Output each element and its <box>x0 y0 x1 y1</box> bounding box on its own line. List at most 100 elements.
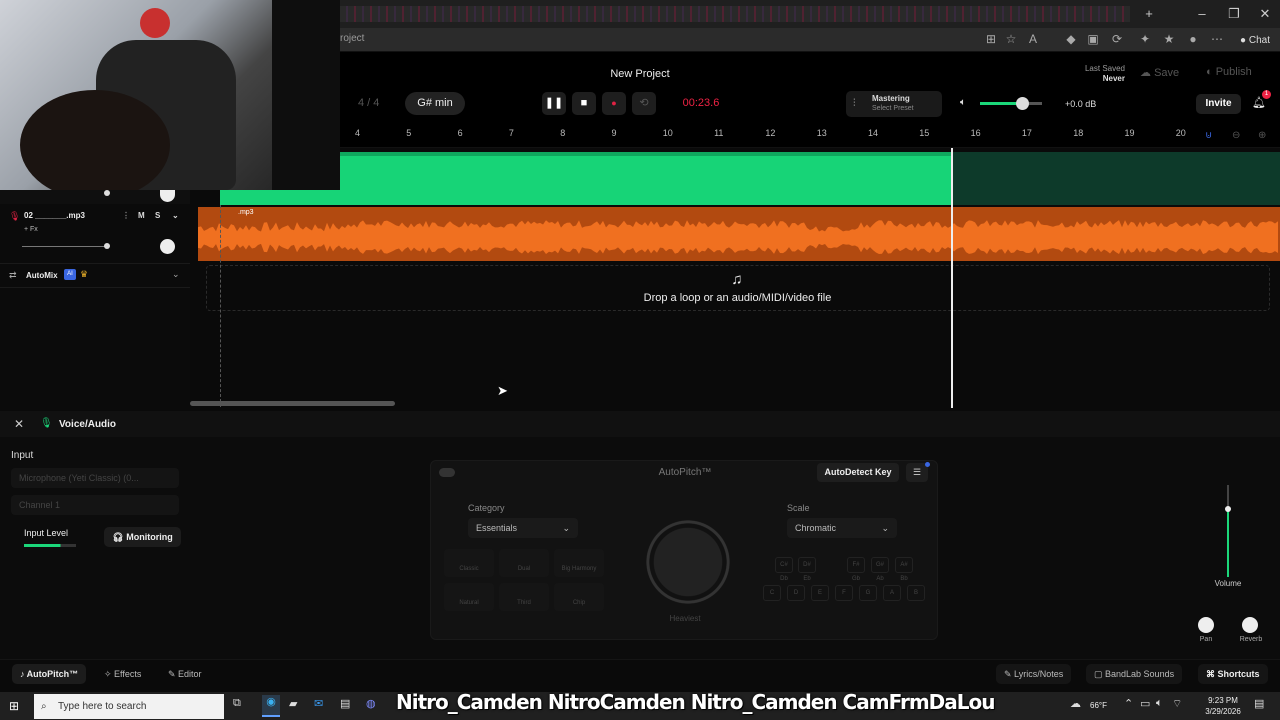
browser-tab-strip[interactable] <box>340 6 1130 22</box>
discord-icon[interactable]: ◍ <box>366 697 376 710</box>
save-button[interactable]: ☁ Save <box>1140 66 1179 79</box>
mastering-button[interactable]: ⫶ Mastering Select Preset <box>846 91 942 117</box>
category-select[interactable]: Essentials ⌄ <box>468 518 578 538</box>
horizontal-scrollbar[interactable] <box>190 401 395 406</box>
key-b[interactable]: B <box>907 585 925 601</box>
zoom-in-icon[interactable]: ⊕ <box>1258 130 1266 141</box>
key-e[interactable]: E <box>811 585 829 601</box>
project-title[interactable]: New Project <box>540 68 740 80</box>
pause-button[interactable]: ❚❚ <box>542 92 566 115</box>
tab-effects[interactable]: ✧ Effects <box>96 664 149 684</box>
scale-select[interactable]: Chromatic ⌄ <box>787 518 897 538</box>
track2-mute-button[interactable]: M <box>138 211 145 220</box>
lyrics-notes-button[interactable]: ✎ Lyrics/Notes <box>996 664 1072 684</box>
zoom-out-icon[interactable]: ⊖ <box>1232 130 1240 141</box>
chat-button[interactable]: ● Chat <box>1240 35 1270 46</box>
mail-icon[interactable]: ✉ <box>314 697 323 710</box>
master-volume-handle[interactable] <box>1016 97 1029 110</box>
loop-button[interactable]: ⟲ <box>632 92 656 115</box>
channel-select[interactable]: Channel 1 <box>11 495 179 515</box>
timeline-ruler[interactable]: 4 5 6 7 8 9 10 11 12 13 14 15 16 17 18 19 20 <box>340 124 1280 148</box>
pan-knob[interactable] <box>1198 617 1214 633</box>
track2-expand-icon[interactable]: ⌄ <box>172 211 179 220</box>
track2-volume-slider[interactable] <box>22 246 108 247</box>
preset-big-harmony[interactable]: Big Harmony <box>554 549 604 577</box>
maximize-window-button[interactable]: ❐ <box>1219 6 1249 22</box>
windows-start-icon[interactable]: ⊞ <box>9 699 19 713</box>
profile-avatar[interactable]: ● <box>1184 32 1202 46</box>
volume-icon[interactable]: 🔈︎ <box>1156 697 1163 710</box>
key-d-sharp[interactable]: D# Eb <box>798 557 816 582</box>
track2-pan-knob[interactable] <box>160 239 175 254</box>
key-g-sharp[interactable]: G# Ab <box>871 557 889 582</box>
publish-button[interactable]: ◐ Publish <box>1206 66 1252 78</box>
shortcuts-button[interactable]: ⌘ Shortcuts <box>1198 664 1268 684</box>
automix-label[interactable]: AutoMix <box>26 271 58 280</box>
new-tab-button[interactable]: + <box>1134 6 1164 21</box>
monitoring-button[interactable]: 🎧︎ Monitoring <box>104 527 181 547</box>
preset-natural[interactable]: Natural <box>444 583 494 611</box>
tray-chevron-icon[interactable]: ⌃ <box>1124 697 1133 710</box>
autopitch-toggle[interactable] <box>439 468 455 477</box>
preset-classic[interactable]: Classic <box>444 549 494 577</box>
track2-fx-button[interactable]: + Fx <box>24 226 38 233</box>
task-view-icon[interactable]: ⧉ <box>233 697 241 710</box>
track1-slider-handle[interactable] <box>104 190 110 196</box>
key-g[interactable]: G <box>859 585 877 601</box>
clock[interactable]: 9:23 PM 3/29/2026 <box>1200 695 1246 717</box>
favorites-icon[interactable]: ★ <box>1160 32 1178 46</box>
twitch-extension-icon[interactable]: ▣ <box>1084 32 1102 46</box>
autopitch-amount-dial[interactable] <box>634 512 742 612</box>
key-c-sharp[interactable]: C# Db <box>775 557 793 582</box>
preset-chip[interactable]: Chip <box>554 583 604 611</box>
track2-mic-icon[interactable]: 🎙︎ <box>9 211 20 222</box>
master-volume-slider[interactable] <box>980 102 1042 105</box>
track2-name[interactable]: 02 _______.mp3 <box>24 211 85 220</box>
reader-icon[interactable]: A <box>1024 32 1042 46</box>
bookmark-star-icon[interactable]: ☆ <box>1002 32 1020 46</box>
input-device-select[interactable]: Microphone (Yeti Classic) (0... <box>11 468 179 488</box>
key-f[interactable]: F <box>835 585 853 601</box>
playhead[interactable] <box>951 148 953 408</box>
invite-button[interactable]: Invite <box>1196 94 1241 114</box>
record-button[interactable]: ● <box>602 92 626 115</box>
close-icon[interactable]: ✕ <box>14 417 24 431</box>
track2-solo-button[interactable]: S <box>155 211 160 220</box>
key-a-sharp[interactable]: A# Bb <box>895 557 913 582</box>
reverb-knob[interactable] <box>1242 617 1258 633</box>
tab-editor[interactable]: ✎ Editor <box>160 664 210 684</box>
notifications-icon[interactable]: ▤ <box>1254 697 1264 710</box>
explorer-icon[interactable]: ▰ <box>289 697 297 710</box>
preset-third[interactable]: Third <box>499 583 549 611</box>
preset-dual[interactable]: Dual <box>499 549 549 577</box>
autodetect-key-button[interactable]: AutoDetect Key <box>817 463 899 482</box>
taskbar-search-input[interactable]: ⌕ Type here to search <box>34 694 224 719</box>
automix-expand-icon[interactable]: ⌄ <box>172 269 180 280</box>
panel-title: Voice/Audio <box>59 419 117 430</box>
minimize-window-button[interactable]: – <box>1187 6 1217 21</box>
extension-icon[interactable]: ◆ <box>1062 32 1080 46</box>
tab-autopitch[interactable]: ♪ AutoPitch™ <box>12 664 87 684</box>
time-signature[interactable]: 4 / 4 <box>358 97 379 109</box>
track2-drag-handle-icon[interactable]: ⋮ <box>122 211 130 220</box>
more-menu-icon[interactable]: ⋯ <box>1208 32 1226 46</box>
track-volume-fader[interactable] <box>1227 485 1229 577</box>
key-f-sharp[interactable]: F# Gb <box>847 557 865 582</box>
store-icon[interactable]: ▤ <box>340 697 350 710</box>
bandlab-sounds-button[interactable]: ▢ BandLab Sounds <box>1086 664 1183 684</box>
network-icon[interactable]: ⌔ <box>1172 697 1182 711</box>
key-a[interactable]: A <box>883 585 901 601</box>
mute-master-icon[interactable]: 🔈︎ <box>960 97 966 108</box>
edge-icon[interactable]: ◉ <box>262 695 280 717</box>
key-d[interactable]: D <box>787 585 805 601</box>
volume-fader-handle[interactable] <box>1225 506 1231 512</box>
close-window-button[interactable]: ✕ <box>1250 6 1280 22</box>
magnet-snap-icon[interactable]: ⊍ <box>1205 130 1212 141</box>
track2-volume-handle[interactable] <box>104 243 110 249</box>
refresh-icon[interactable]: ⟳ <box>1108 32 1126 46</box>
puzzle-icon[interactable]: ✦ <box>1136 32 1154 46</box>
install-app-icon[interactable]: ⊞ <box>982 32 1000 46</box>
key-button[interactable]: G# min <box>405 92 465 115</box>
key-c[interactable]: C <box>763 585 781 601</box>
stop-button[interactable]: ■ <box>572 92 596 115</box>
